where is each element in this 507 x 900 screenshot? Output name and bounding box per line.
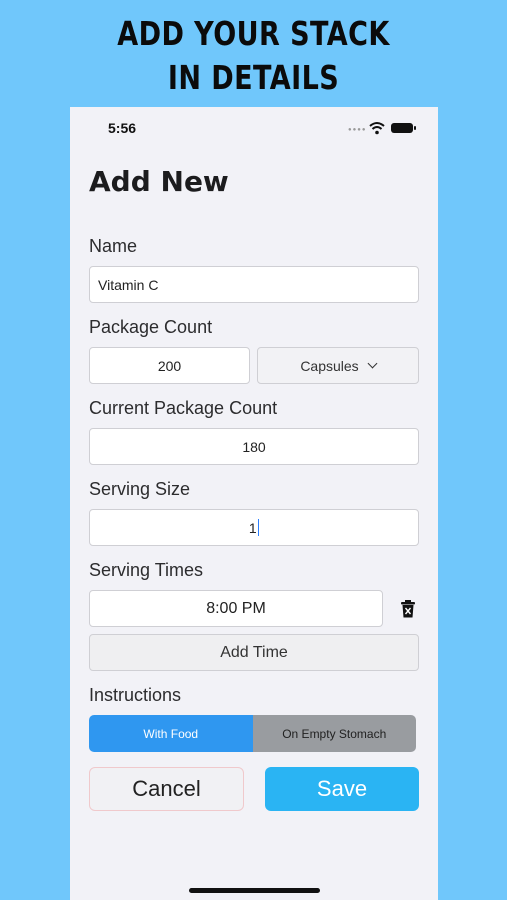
home-indicator[interactable] xyxy=(189,888,320,893)
save-button[interactable]: Save xyxy=(265,767,419,811)
serving-size-label: Serving Size xyxy=(89,479,191,499)
headline-line-2: IN DETAILS xyxy=(167,58,340,97)
package-unit-value: Capsules xyxy=(300,357,359,374)
serving-size-input[interactable]: 1 xyxy=(89,509,419,546)
package-count-input[interactable]: 200 xyxy=(89,347,250,384)
cancel-button[interactable]: Cancel xyxy=(89,767,244,811)
status-bar: 5:56 ●●●● xyxy=(70,107,438,151)
chevron-down-icon xyxy=(367,358,378,369)
serving-size-value: 1 xyxy=(248,519,257,536)
trash-icon[interactable] xyxy=(401,600,415,618)
add-time-button[interactable]: Add Time xyxy=(89,634,419,671)
name-input[interactable]: Vitamin C xyxy=(89,266,419,303)
package-unit-select[interactable]: Capsules xyxy=(257,347,419,384)
current-package-count-label: Current Package Count xyxy=(89,398,278,418)
battery-icon xyxy=(391,123,416,133)
phone-screen: 5:56 ●●●● Add New Name Vitamin C Package… xyxy=(70,107,438,900)
serving-time-input[interactable]: 8:00 PM xyxy=(89,590,383,627)
instructions-segmented-control: With Food On Empty Stomach xyxy=(89,715,416,752)
package-count-label: Package Count xyxy=(89,317,213,337)
segment-with-food[interactable]: With Food xyxy=(89,715,253,752)
status-time: 5:56 xyxy=(108,120,137,136)
wifi-icon xyxy=(369,122,385,135)
signal-dots-icon: ●●●● xyxy=(348,127,367,133)
segment-empty-stomach[interactable]: On Empty Stomach xyxy=(252,715,416,752)
headline-line-1: ADD YOUR STACK xyxy=(117,14,390,53)
name-label: Name xyxy=(89,236,138,256)
promo-headline: ADD YOUR STACK IN DETAILS xyxy=(46,12,462,100)
instructions-label: Instructions xyxy=(89,685,182,705)
current-package-count-input[interactable]: 180 xyxy=(89,428,419,465)
page-title: Add New xyxy=(89,165,229,198)
serving-times-label: Serving Times xyxy=(89,560,204,580)
text-caret xyxy=(257,519,260,536)
